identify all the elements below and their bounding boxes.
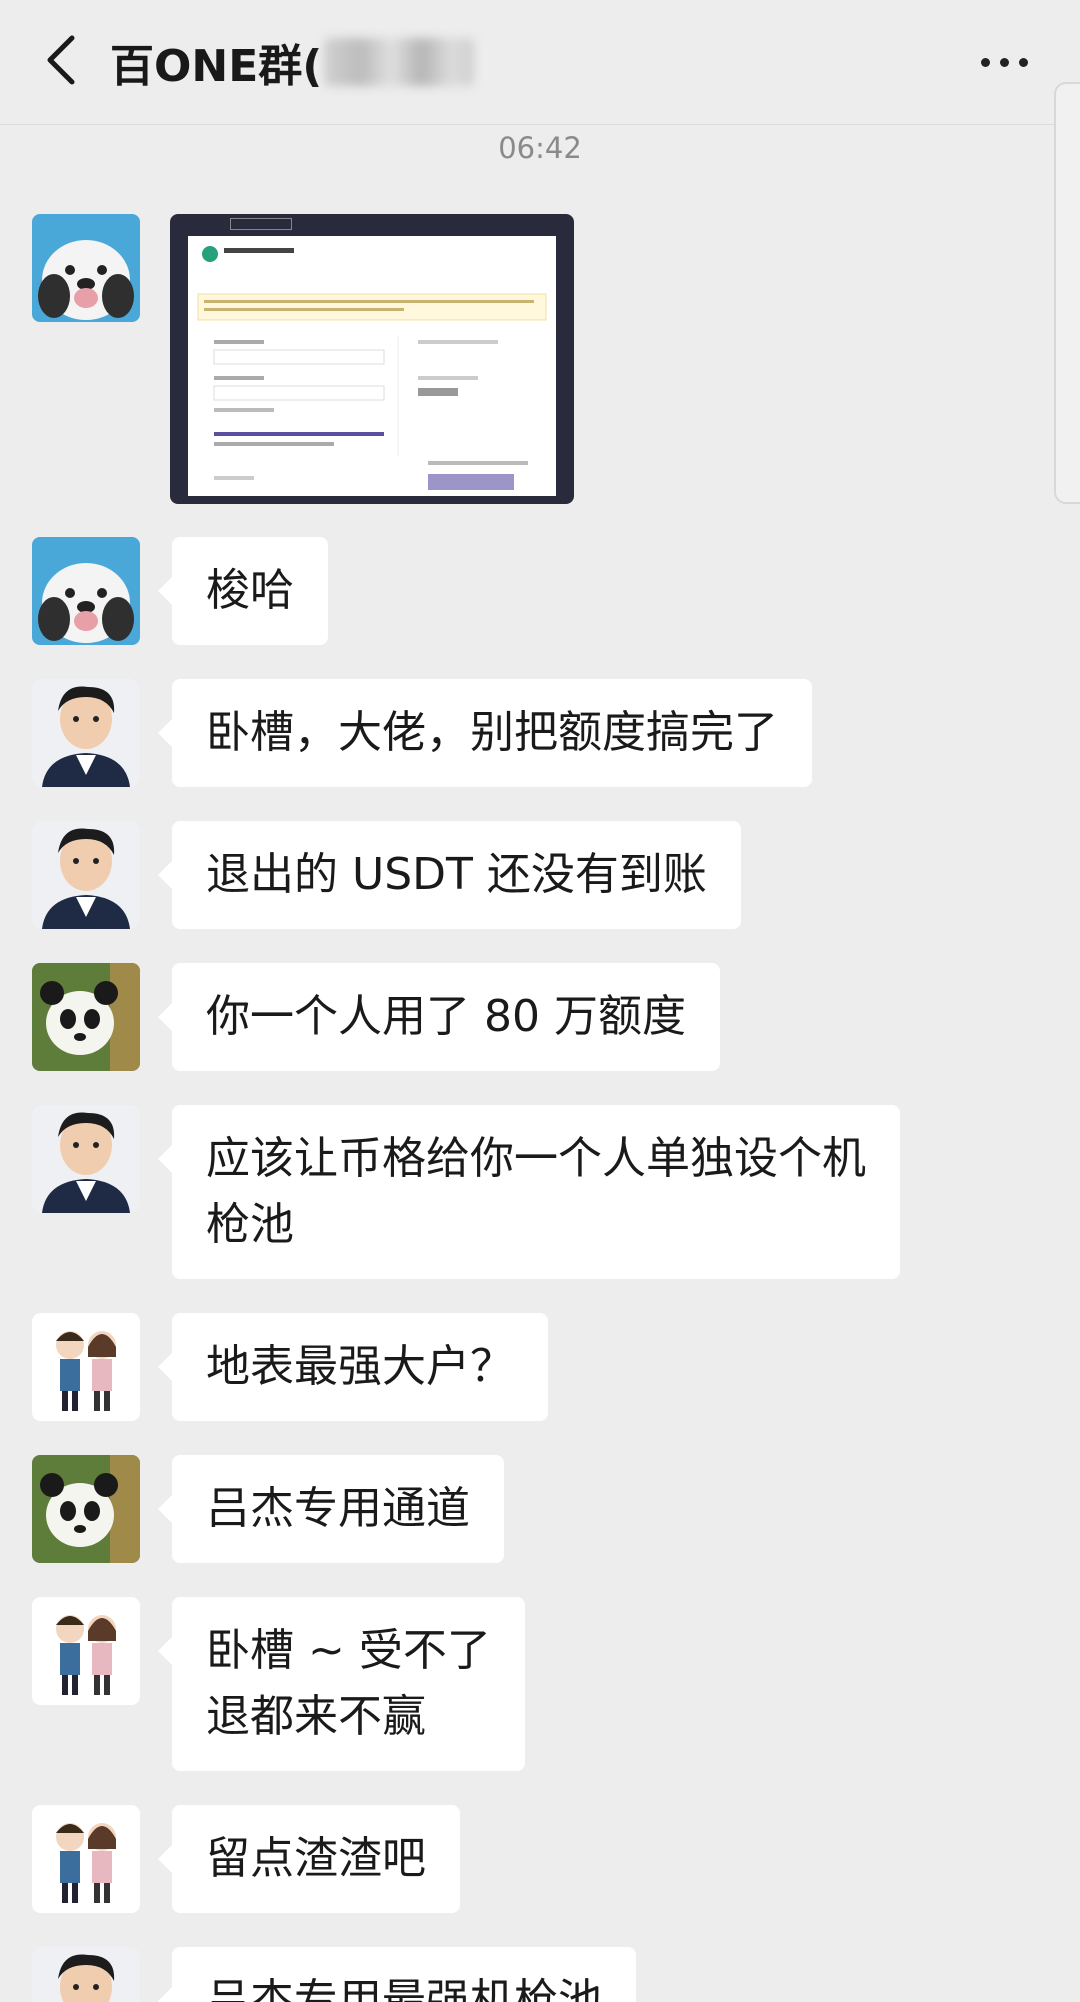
message-row: 卧槽 ~ 受不了 退都来不赢 (32, 1597, 525, 1771)
message-row (32, 214, 574, 504)
screenshot-dropdown (230, 218, 292, 230)
young-man-avatar[interactable] (32, 679, 140, 787)
message-bubble[interactable]: 梭哈 (158, 537, 328, 645)
message-bubble[interactable]: 留点渣渣吧 (158, 1805, 460, 1913)
message-bubble[interactable]: 应该让币格给你一个人单独设个机 枪池 (158, 1105, 900, 1279)
screenshot-thumbnail (188, 236, 556, 496)
more-dot-icon (980, 57, 990, 67)
message-bubble[interactable]: 吕杰专用通道 (158, 1455, 504, 1563)
more-options-button[interactable] (968, 34, 1040, 90)
more-dot-icon (1018, 57, 1028, 67)
cartoon-couple-avatar[interactable] (32, 1597, 140, 1705)
message-bubble[interactable]: 退出的 USDT 还没有到账 (158, 821, 741, 929)
cartoon-couple-avatar[interactable] (32, 1805, 140, 1913)
message-row: 地表最强大户？ (32, 1313, 548, 1421)
message-row: 你一个人用了 80 万额度 (32, 963, 720, 1071)
image-message[interactable] (170, 214, 574, 504)
sea-otter-avatar[interactable] (32, 214, 140, 322)
message-timestamp: 06:42 (498, 131, 582, 165)
message-row: 卧槽，大佬，别把额度搞完了 (32, 679, 812, 787)
message-bubble[interactable]: 你一个人用了 80 万额度 (158, 963, 720, 1071)
more-dot-icon (999, 57, 1009, 67)
back-button[interactable] (28, 24, 92, 96)
message-row: 留点渣渣吧 (32, 1805, 460, 1913)
chat-title: 百ONE群( (110, 41, 323, 92)
chat-screen: 百ONE群( 06:42 梭哈 卧槽，大佬，别把额度搞完了 退出的 USDT 还… (0, 0, 1080, 2002)
message-bubble[interactable]: 卧槽 ~ 受不了 退都来不赢 (158, 1597, 525, 1771)
message-row: 梭哈 (32, 537, 328, 645)
redacted-title-text (324, 38, 475, 86)
sea-otter-avatar[interactable] (32, 537, 140, 645)
message-row: 吕杰专用最强机枪池 (32, 1947, 636, 2002)
message-bubble[interactable]: 卧槽，大佬，别把额度搞完了 (158, 679, 812, 787)
chat-header: 百ONE群( (0, 0, 1080, 125)
chevron-left-icon (47, 35, 75, 85)
panda-avatar[interactable] (32, 963, 140, 1071)
chat-title-area: 百ONE群( (110, 26, 475, 98)
panda-avatar[interactable] (32, 1455, 140, 1563)
young-man-avatar[interactable] (32, 821, 140, 929)
message-row: 应该让币格给你一个人单独设个机 枪池 (32, 1105, 900, 1279)
message-row: 吕杰专用通道 (32, 1455, 504, 1563)
young-man-avatar[interactable] (32, 1105, 140, 1213)
message-row: 退出的 USDT 还没有到账 (32, 821, 741, 929)
young-man-avatar[interactable] (32, 1947, 140, 2002)
message-bubble[interactable]: 吕杰专用最强机枪池 (158, 1947, 636, 2002)
message-bubble[interactable]: 地表最强大户？ (158, 1313, 548, 1421)
cartoon-couple-avatar[interactable] (32, 1313, 140, 1421)
